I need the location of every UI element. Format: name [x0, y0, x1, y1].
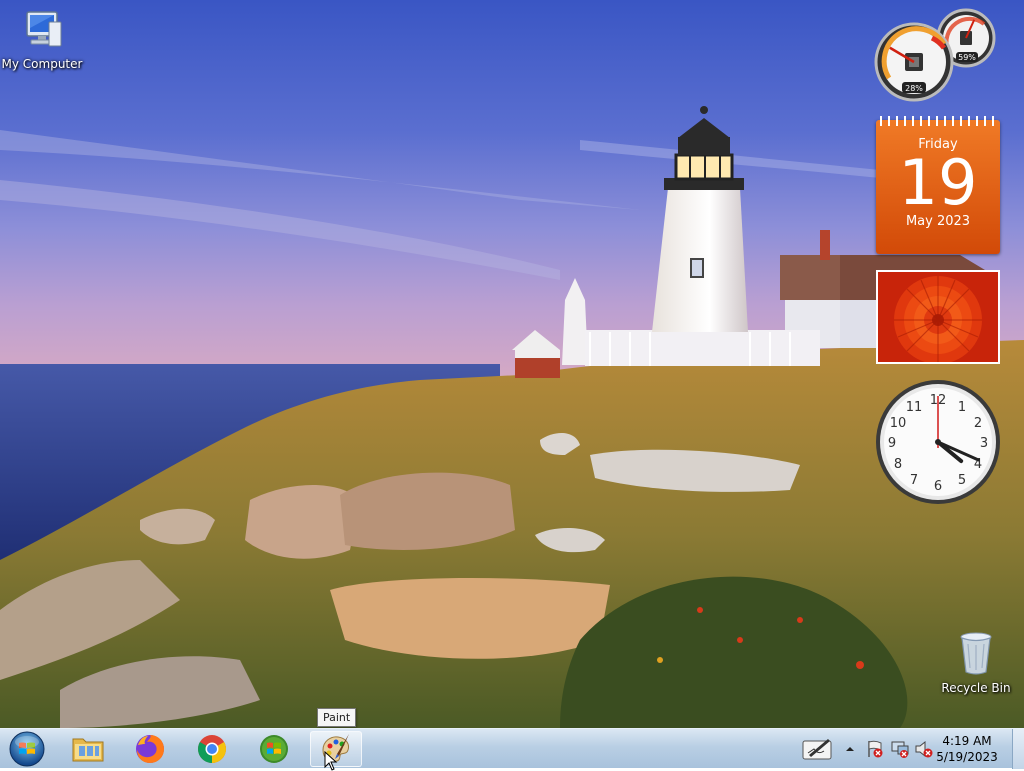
desktop-icon-my-computer[interactable]: My Computer — [0, 8, 84, 71]
clock-gadget[interactable]: 12 12345 67891011 — [874, 378, 1002, 506]
chevron-up-icon — [846, 747, 854, 751]
firefox-icon — [136, 735, 164, 763]
svg-text:7: 7 — [910, 473, 918, 488]
calendar-day: 19 — [898, 146, 978, 219]
calendar-gadget[interactable]: Friday 19 May 2023 — [876, 116, 1000, 254]
memory-percent-label: 59% — [958, 53, 976, 62]
desktop[interactable]: My Computer Recycle Bin 59% 28% Friday 1… — [0, 0, 1024, 728]
paint-tooltip: Paint — [317, 708, 357, 727]
taskbar-chrome[interactable] — [186, 731, 238, 767]
tray-tablet-input[interactable] — [800, 733, 834, 765]
show-hidden-icons-button[interactable] — [844, 741, 856, 755]
cpu-percent-label: 28% — [905, 84, 923, 93]
start-button[interactable] — [2, 731, 52, 767]
flower-photo — [878, 272, 998, 362]
show-desktop-button[interactable] — [1012, 729, 1024, 769]
svg-text:5: 5 — [958, 473, 966, 488]
svg-text:8: 8 — [894, 457, 902, 472]
svg-text:10: 10 — [890, 416, 907, 431]
taskbar-clock[interactable]: 4:19 AM 5/19/2023 — [932, 733, 1002, 765]
folder-icon — [72, 738, 104, 762]
computer-icon — [26, 11, 62, 47]
svg-text:1: 1 — [958, 400, 966, 415]
desktop-icon-label: Recycle Bin — [941, 681, 1011, 695]
taskbar: 4:19 AM 5/19/2023 — [0, 728, 1024, 771]
tray-network[interactable] — [890, 739, 910, 759]
tablet-pen-icon — [802, 739, 832, 760]
wallpaper-lighthouse — [0, 0, 1024, 728]
tray-volume[interactable] — [914, 739, 934, 759]
svg-text:3: 3 — [980, 436, 988, 451]
taskbar-firefox[interactable] — [124, 731, 176, 767]
calendar-binding — [880, 116, 994, 126]
tray-action-center[interactable] — [866, 739, 884, 759]
calendar-month-year: May 2023 — [905, 214, 971, 229]
network-icon — [891, 741, 909, 758]
volume-muted-icon — [915, 740, 933, 758]
taskbar-windows-media[interactable] — [248, 731, 300, 767]
cpu-meter-gadget[interactable]: 59% 28% — [872, 8, 1004, 104]
svg-text:2: 2 — [974, 416, 982, 431]
desktop-icon-label: My Computer — [1, 57, 83, 71]
svg-text:11: 11 — [906, 400, 923, 415]
desktop-icon-recycle-bin[interactable]: Recycle Bin — [934, 630, 1018, 695]
taskbar-date: 5/19/2023 — [936, 750, 998, 764]
chrome-icon — [198, 735, 226, 763]
slideshow-gadget[interactable] — [876, 270, 1000, 364]
svg-text:6: 6 — [934, 479, 942, 494]
action-center-flag-icon — [868, 740, 883, 758]
taskbar-time: 4:19 AM — [942, 734, 992, 748]
svg-text:9: 9 — [888, 436, 896, 451]
windows-logo-icon — [260, 735, 288, 763]
taskbar-file-explorer[interactable] — [62, 731, 114, 767]
recycle-bin-icon — [960, 632, 992, 675]
mouse-cursor-icon — [324, 751, 338, 771]
windows-orb-icon — [9, 731, 45, 767]
